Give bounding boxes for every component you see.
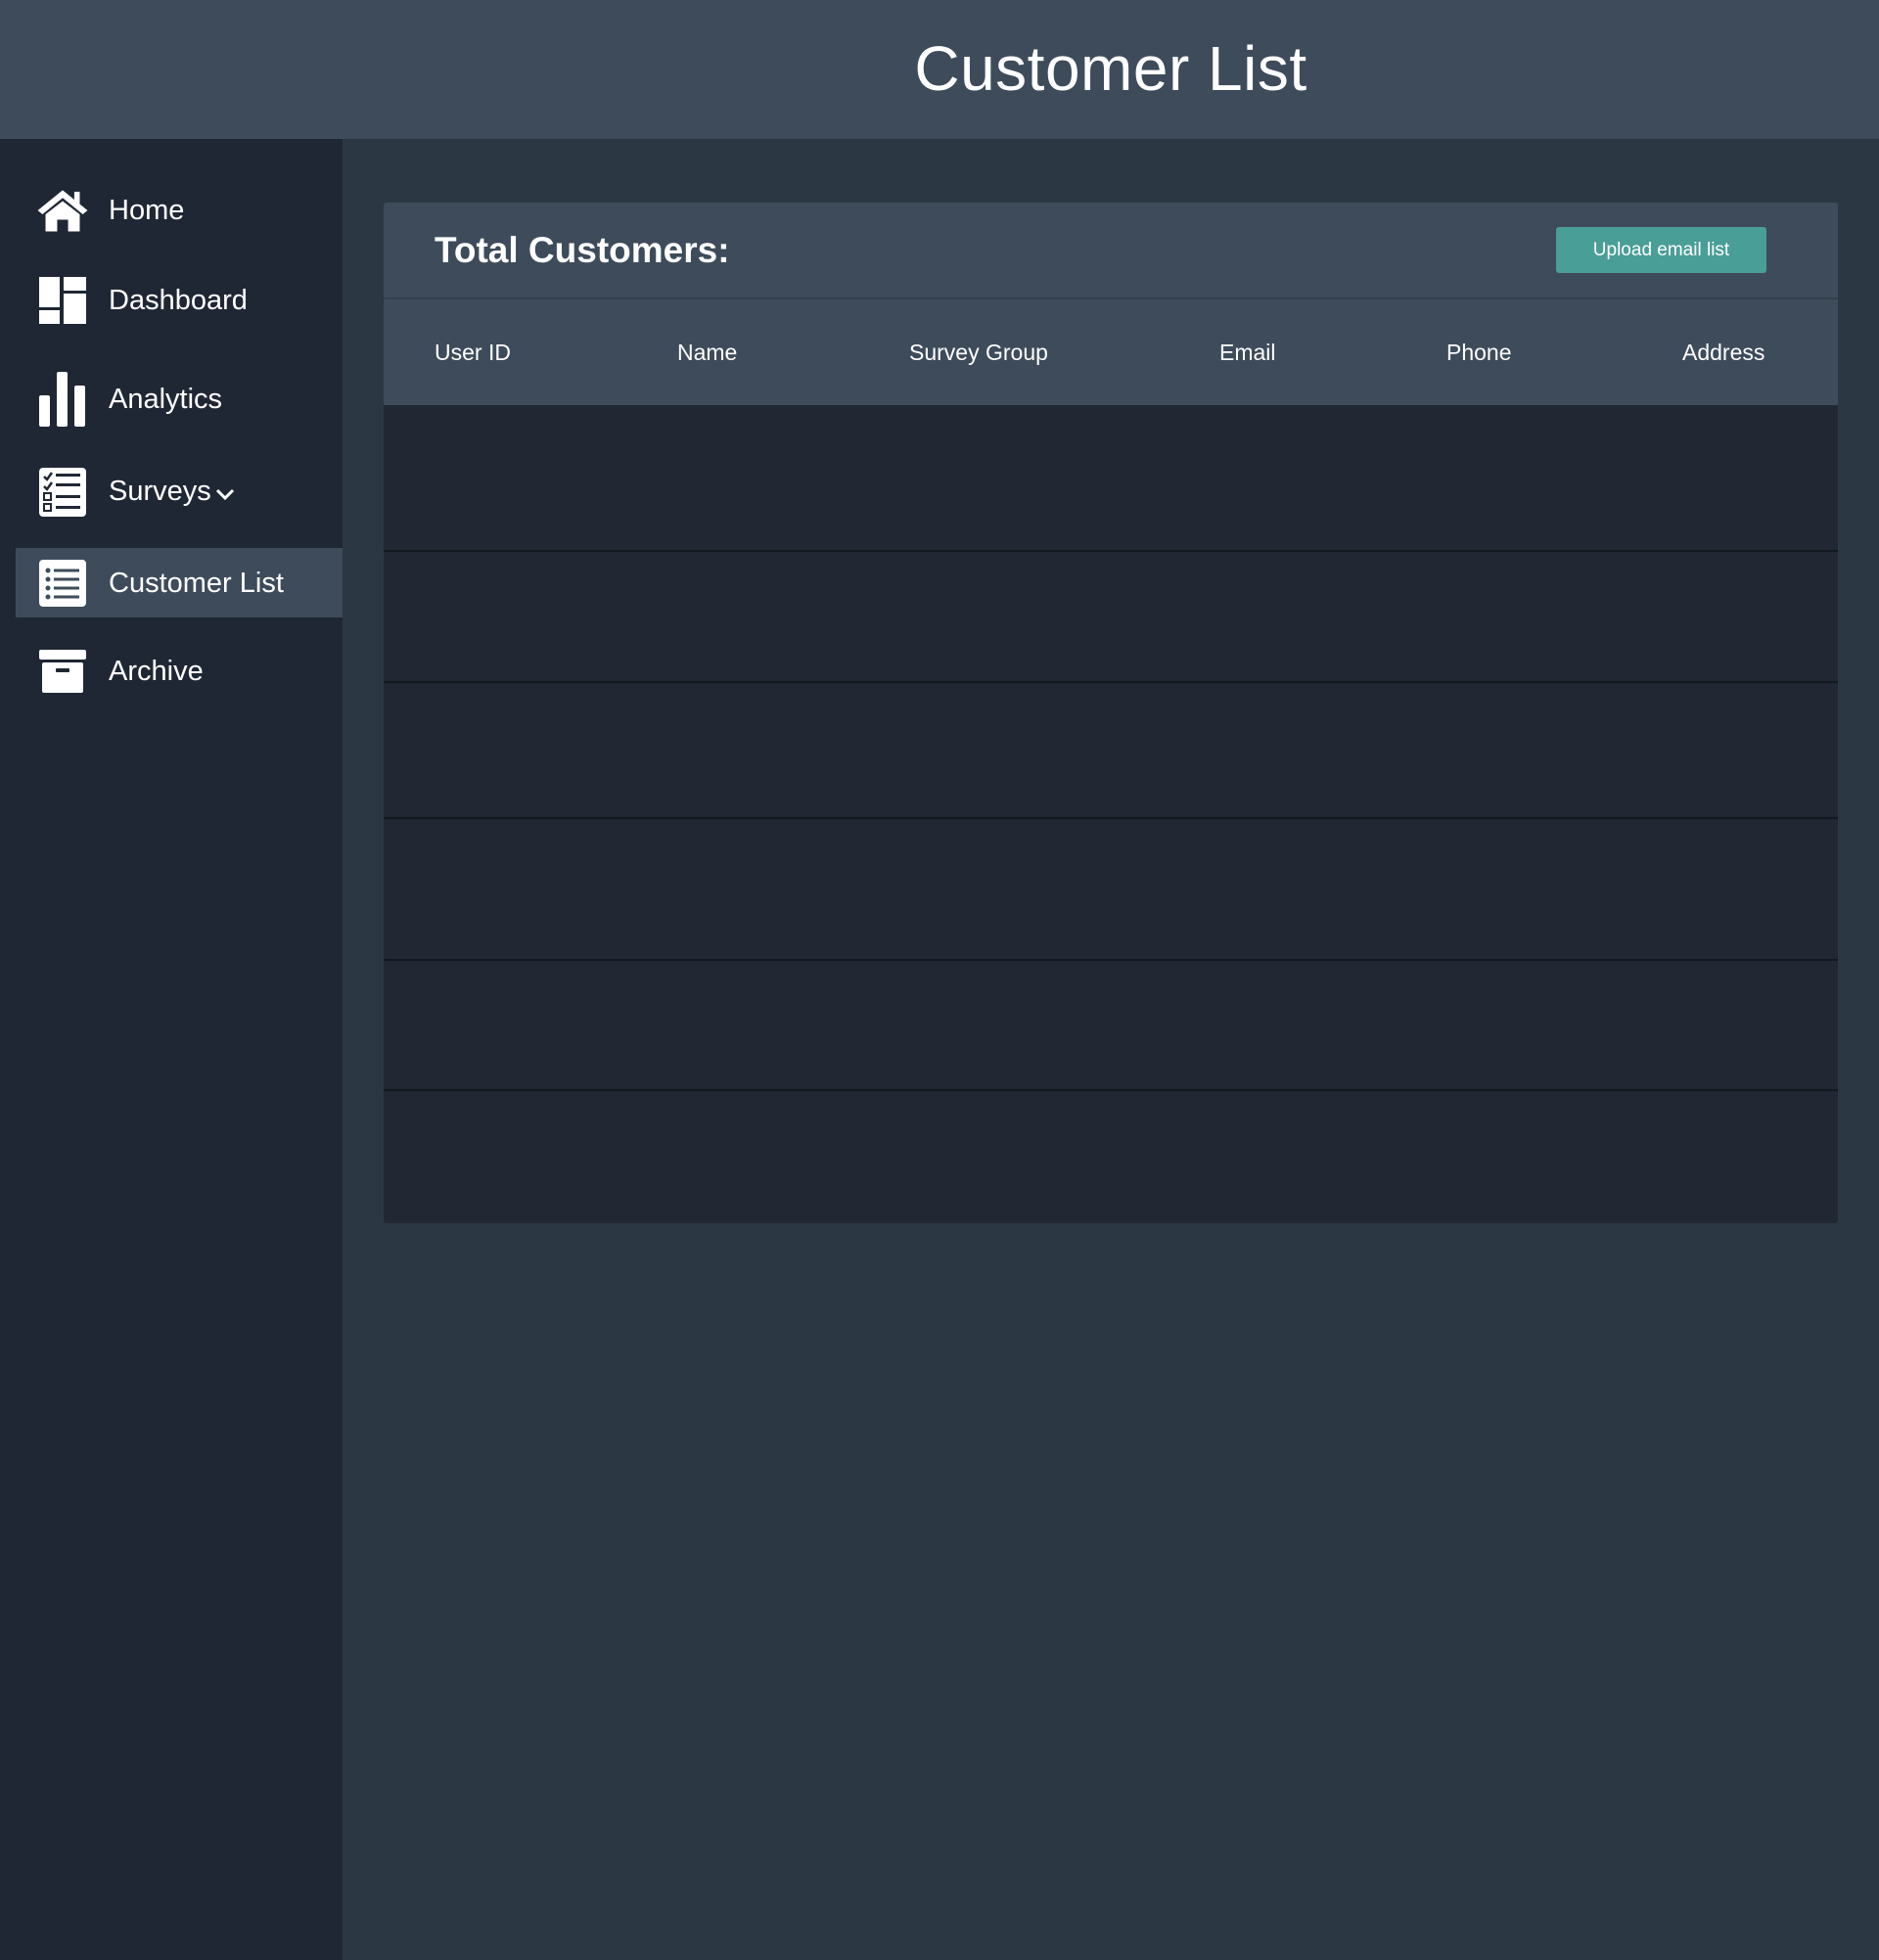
checklist-icon — [36, 466, 89, 519]
dashboard-icon — [36, 274, 89, 327]
bar-chart-icon — [36, 371, 89, 427]
sidebar-item-label: Archive — [109, 655, 204, 687]
sidebar-item-customer-list[interactable]: Customer List — [16, 548, 343, 617]
table-row[interactable] — [384, 819, 1838, 961]
table-row[interactable] — [384, 405, 1838, 552]
sidebar-item-dashboard[interactable]: Dashboard — [16, 265, 343, 335]
table-row[interactable] — [384, 961, 1838, 1091]
table-row[interactable] — [384, 1091, 1838, 1223]
sidebar-item-label: Dashboard — [109, 284, 248, 316]
list-icon — [36, 557, 89, 610]
top-bar: Customer List — [0, 0, 1879, 139]
page-title: Customer List — [914, 33, 1307, 104]
customers-panel: Total Customers: Upload email list User … — [384, 203, 1838, 1223]
sidebar-item-surveys[interactable]: Surveys — [16, 457, 343, 526]
table-header: User ID Name Survey Group Email Phone Ad… — [384, 299, 1838, 405]
home-icon — [36, 184, 89, 237]
upload-email-list-button[interactable]: Upload email list — [1556, 227, 1766, 273]
column-header-phone[interactable]: Phone — [1446, 299, 1512, 405]
table-row[interactable] — [384, 683, 1838, 819]
column-header-email[interactable]: Email — [1219, 299, 1276, 405]
column-header-user-id[interactable]: User ID — [435, 299, 511, 405]
column-header-name[interactable]: Name — [677, 299, 737, 405]
sidebar-item-label: Home — [109, 194, 185, 226]
table-row[interactable] — [384, 552, 1838, 683]
sidebar-item-home[interactable]: Home — [16, 175, 343, 245]
sidebar-item-text: Surveys — [109, 475, 211, 507]
column-header-survey-group[interactable]: Survey Group — [909, 299, 1048, 405]
sidebar-item-label: Surveys — [109, 474, 235, 510]
sidebar-item-analytics[interactable]: Analytics — [16, 364, 343, 433]
sidebar: Home Dashboard Analytics Surveys Custome… — [0, 139, 343, 1960]
sidebar-item-label: Customer List — [109, 567, 284, 599]
panel-header: Total Customers: Upload email list — [384, 203, 1838, 299]
sidebar-item-label: Analytics — [109, 383, 223, 415]
column-header-address[interactable]: Address — [1682, 299, 1764, 405]
total-customers-label: Total Customers: — [435, 230, 730, 270]
archive-icon — [36, 645, 89, 698]
sidebar-item-archive[interactable]: Archive — [16, 636, 343, 706]
chevron-down-icon[interactable] — [215, 475, 235, 510]
